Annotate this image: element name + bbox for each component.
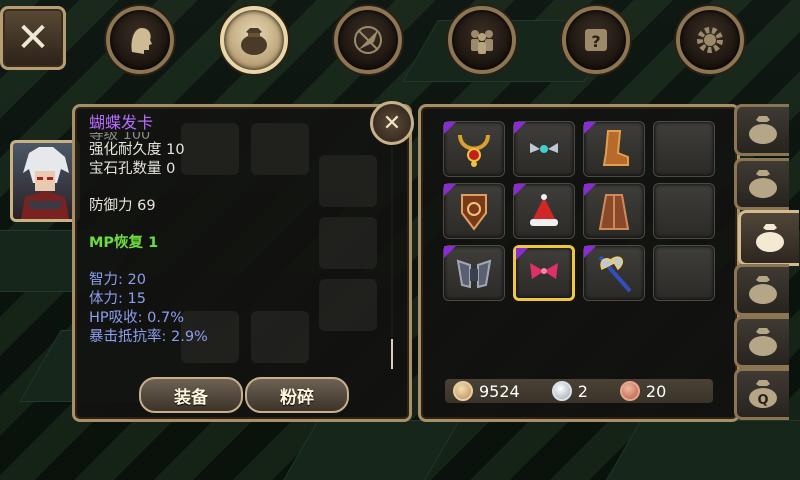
- character-avatar[interactable]: [10, 140, 80, 222]
- close-icon: ✕: [382, 110, 402, 136]
- gear-icon: [697, 27, 723, 53]
- item-attribute: HP吸收: 0.7%: [89, 310, 184, 326]
- bag-tab-4[interactable]: [734, 264, 789, 316]
- robe-icon: [598, 194, 630, 230]
- butterfly-hairpin-icon: [530, 263, 558, 279]
- bag-icon: [756, 224, 784, 252]
- copper-coin-icon: [619, 381, 640, 401]
- bag-tab-1[interactable]: [734, 104, 789, 156]
- inventory-slot-axe[interactable]: [583, 245, 645, 301]
- bag-icon: [241, 28, 267, 55]
- tab-inventory[interactable]: [220, 6, 288, 74]
- quest-scroll-icon: ?: [585, 29, 607, 51]
- inventory-slot-charm[interactable]: [513, 121, 575, 177]
- boots-icon: [602, 130, 629, 166]
- close-menu-button[interactable]: ✕: [0, 6, 66, 70]
- tooltip-scroll-thumb[interactable]: [391, 339, 393, 369]
- bow-charm-icon: [530, 143, 558, 153]
- tab-quests[interactable]: ?: [562, 6, 630, 74]
- bag-tab-quest[interactable]: Q: [734, 368, 789, 420]
- inventory-slot-empty[interactable]: [653, 121, 715, 177]
- bag-tab-5[interactable]: [734, 316, 789, 368]
- svg-text:Q: Q: [757, 393, 768, 408]
- party-icon: [471, 30, 493, 54]
- bag-tab-2[interactable]: [734, 158, 789, 210]
- inventory-slot-hairpin-selected[interactable]: [513, 245, 575, 301]
- gold-coin-icon: [453, 381, 473, 401]
- necklace-icon: [458, 134, 490, 167]
- equip-button[interactable]: 装备: [139, 377, 243, 413]
- tab-settings[interactable]: [676, 6, 744, 74]
- inventory-slot-emblem[interactable]: [443, 183, 505, 239]
- emblem-shield-icon: [461, 194, 487, 231]
- item-stat: 宝石孔数量 0: [89, 161, 176, 177]
- bag-icon: [749, 276, 777, 304]
- tab-character[interactable]: [106, 6, 174, 74]
- battle-axe-icon: [598, 255, 632, 293]
- tooltip-scrollbar[interactable]: [391, 147, 393, 369]
- copper-amount: 20: [645, 381, 667, 401]
- bag-icon: [749, 328, 777, 356]
- inventory-slot-empty[interactable]: [653, 183, 715, 239]
- silver-coin-icon: [551, 381, 572, 401]
- santa-hat-icon: [530, 194, 558, 226]
- svg-text:?: ?: [591, 32, 600, 51]
- item-stat: 强化耐久度 10: [89, 142, 185, 158]
- inventory-slot-boots[interactable]: [583, 121, 645, 177]
- bag-icon: [749, 116, 777, 144]
- inventory-slot-necklace[interactable]: [443, 121, 505, 177]
- close-tooltip-button[interactable]: ✕: [370, 101, 414, 145]
- item-attribute: 体力: 15: [89, 291, 146, 307]
- item-tooltip-panel: 蝴蝶发卡 等级 100 强化耐久度 10 宝石孔数量 0 防御力 69 MP恢复…: [72, 104, 412, 422]
- bag-tab-3[interactable]: [738, 210, 799, 266]
- shoulder-armor-icon: [456, 259, 492, 289]
- bag-icon: [749, 170, 777, 198]
- item-attribute: 智力: 20: [89, 272, 146, 288]
- inventory-slot-shoulder[interactable]: [443, 245, 505, 301]
- item-info: 蝴蝶发卡 等级 100 强化耐久度 10 宝石孔数量 0 防御力 69 MP恢复…: [89, 113, 389, 347]
- hero-portrait-icon: [21, 147, 69, 219]
- item-defense: 防御力 69: [89, 198, 156, 214]
- item-attribute: 暴击抵抗率: 2.9%: [89, 329, 208, 345]
- character-head-icon: [131, 28, 152, 54]
- quest-bag-icon: Q: [749, 380, 777, 408]
- item-level-clipped: 等级 100: [89, 132, 151, 141]
- silver-amount: 2: [577, 381, 588, 401]
- inventory-slot-hat[interactable]: [513, 183, 575, 239]
- tab-skills[interactable]: [334, 6, 402, 74]
- tab-party[interactable]: [448, 6, 516, 74]
- inventory-slot-robe[interactable]: [583, 183, 645, 239]
- item-special-effect: MP恢复 1: [89, 235, 159, 251]
- inventory-slot-empty[interactable]: [653, 245, 715, 301]
- compass-skill-icon: [354, 26, 382, 54]
- close-icon: ✕: [16, 15, 50, 61]
- item-name: 蝴蝶发卡: [89, 113, 154, 132]
- inventory-panel: 9524 2 20: [418, 104, 740, 422]
- gold-amount: 9524: [479, 381, 520, 401]
- currency-bar: 9524 2 20: [445, 379, 713, 403]
- smash-button[interactable]: 粉碎: [245, 377, 349, 413]
